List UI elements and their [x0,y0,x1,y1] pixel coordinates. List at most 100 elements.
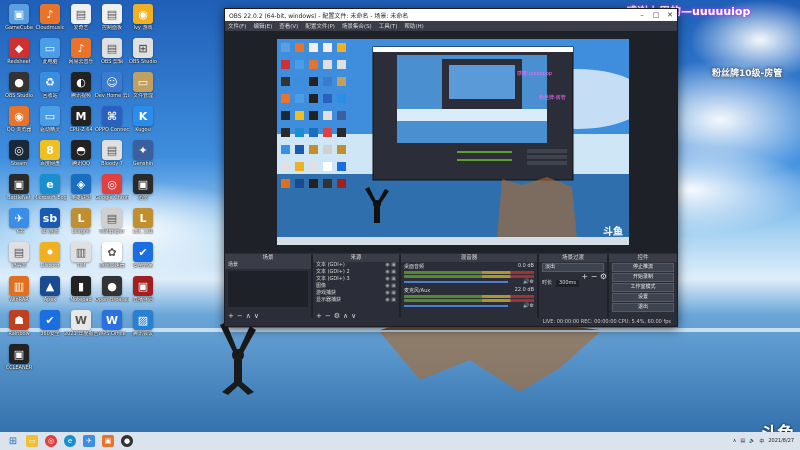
desktop-icon[interactable]: ☺Dev Home 云助手 [95,70,129,104]
desktop-icon[interactable]: ✈ 飞书 [2,206,36,240]
menu-help[interactable]: 帮助(H) [404,22,423,30]
desktop-icon[interactable]: L League [64,206,98,240]
duration-input[interactable]: 300ms [556,280,580,287]
desktop-icon[interactable]: ▭ 驱动精灵 [33,104,67,138]
obs-titlebar[interactable]: OBS 22.0.2 (64-bit, windows) - 配置文件: 未命名… [225,9,677,21]
speaker-icon[interactable]: 🔊⚙ [523,279,534,285]
desktop-icon[interactable]: ▨ 腾讯会议 [126,308,160,342]
menu-tools[interactable]: 工具(T) [379,22,398,30]
settings-button[interactable]: 设置 [612,293,674,302]
desktop-icon[interactable]: W 2021 年度报告 [64,308,98,342]
chrome-icon[interactable]: ◎ [45,435,57,447]
volume-icon[interactable]: 🔈 [749,438,755,444]
edge-icon[interactable]: e [64,435,76,447]
desktop-icon[interactable]: ✦ Genshin [126,138,160,172]
eye-lock-icon[interactable]: ◉ ▣ [385,276,396,283]
desktop-icon[interactable]: ◎ Steam [2,138,36,172]
obs-preview-canvas[interactable]: 感谢 uuuuuiop 粉丝牌-房管 斗鱼 [277,39,629,245]
close-icon[interactable]: ✕ [663,11,677,19]
tray-up-icon[interactable]: ∧ [733,438,737,444]
obs-icon[interactable]: ● [121,435,133,447]
menu-view[interactable]: 查看(V) [279,22,298,30]
source-item[interactable]: 文本 (GDI+) ◉ ▣ [313,262,399,269]
desktop-icon[interactable]: ▤ 控制面板 [95,2,129,36]
desktop-icon[interactable]: ▣ 直播伴侣 [126,274,160,308]
start-icon[interactable]: ⊞ [7,435,19,447]
source-item[interactable]: 显示器捕获 ◉ ▣ [313,297,399,304]
network-icon[interactable]: ▤ [740,438,745,444]
desktop-icon[interactable]: ◆ Redsheet [2,36,36,70]
exit-button[interactable]: 退出 [612,303,674,312]
eye-lock-icon[interactable]: ◉ ▣ [385,262,396,269]
source-item[interactable]: 文本 (GDI+) 2 ◉ ▣ [313,269,399,276]
desktop-icon[interactable]: ◓ 腾讯QQ [64,138,98,172]
desktop-icon[interactable]: ♪ 网易云音乐 [64,36,98,70]
desktop-icon[interactable]: sb sb 游戏 [33,206,67,240]
desktop-icon[interactable]: ◈ 英雄联盟 [64,172,98,206]
desktop-icon[interactable]: ♻ 回收站 [33,70,67,104]
desktop-icon[interactable]: ▥ WinRAR [2,274,36,308]
desktop-icon[interactable]: ▲ Apex [33,274,67,308]
eye-lock-icon[interactable]: ◉ ▣ [385,269,396,276]
volume-slider[interactable] [404,281,508,283]
eye-lock-icon[interactable]: ◉ ▣ [385,290,396,297]
maximize-icon[interactable]: □ [649,11,663,19]
desktop-icon[interactable]: ●Open Broadcaster [95,274,129,308]
volume-slider[interactable] [404,305,508,307]
source-item[interactable]: 图像 ◉ ▣ [313,283,399,290]
desktop-icon[interactable]: ▭ 此电脑 [33,36,67,70]
desktop-icon[interactable]: ⌘ OPPO Connect [95,104,129,138]
menu-scene-collection[interactable]: 场景集合(S) [342,22,372,30]
desktop-icon[interactable]: M CPU-Z 64 [64,104,98,138]
transition-add-remove[interactable]: + − ⚙ [539,273,607,281]
feishu-icon[interactable]: ✈ [83,435,95,447]
eye-lock-icon[interactable]: ◉ ▣ [385,283,396,290]
desktop-icon[interactable]: 8 百度网盘 [33,138,67,172]
desktop-icon[interactable]: ▤ 记事本 [2,240,36,274]
menu-edit[interactable]: 编辑(E) [253,22,272,30]
menu-file[interactable]: 文件(F) [228,22,246,30]
desktop-icon[interactable]: ⚫ Discord [33,240,67,274]
desktop-icon[interactable]: ● OBS Studio [2,70,36,104]
desktop-icon[interactable]: ▮ Notepad [64,274,98,308]
desktop-icon[interactable]: ▤ Bloody 7 [95,138,129,172]
desktop-icon[interactable]: e Microsoft Edge [33,172,67,206]
stop-streaming-button[interactable]: 停止推流 [612,263,674,272]
menu-profile[interactable]: 配置文件(P) [305,22,335,30]
ime-icon[interactable]: 中 [759,438,764,445]
desktop-icon[interactable]: ▣ GameCube [2,2,36,36]
eye-lock-icon[interactable]: ◉ ▣ [385,297,396,304]
scene-item[interactable]: 场景 [225,262,311,269]
desktop-icon[interactable]: ▤ OBS 剪辑 [95,36,129,70]
desktop-icon[interactable]: ◎Google Chrome [95,172,129,206]
obs-window[interactable]: OBS 22.0.2 (64-bit, windows) - 配置文件: 未命名… [224,8,678,327]
douyu-icon[interactable]: ▣ [102,435,114,447]
clock[interactable]: 2021/8/27 [768,438,794,444]
file-explorer-icon[interactable]: ▭ [26,435,38,447]
desktop-icon[interactable]: ☗ Rainbow [2,308,36,342]
start-recording-button[interactable]: 开始录制 [612,273,674,282]
desktop-icon[interactable]: ✔ 360安全 [33,308,67,342]
desktop-icon[interactable]: ▣ 迅雷 [126,172,160,206]
desktop-icon[interactable]: ♪ Cloudmusic [33,2,67,36]
desktop-icon[interactable]: ▭ 文件管理 [126,70,160,104]
desktop-icon[interactable]: ▣ BattleNet [2,172,36,206]
desktop-icon[interactable]: ◉ Ivy 游戏 [126,2,160,36]
speaker-icon[interactable]: 🔊⚙ [523,303,534,309]
source-item[interactable]: 文本 (GDI+) 3 ◉ ▣ [313,276,399,283]
transition-select[interactable]: 淡出 [542,263,604,272]
studio-mode-button[interactable]: 工作室模式 [612,283,674,292]
desktop-icon[interactable]: ▤ Wallpaper [95,206,129,240]
desktop-icon[interactable]: ◉ QQ 浏览器 [2,104,36,138]
desktop-icon[interactable]: ✔ 安全管家 [126,240,160,274]
source-item[interactable]: 游戏捕获 ◉ ▣ [313,290,399,297]
desktop-icon[interactable]: ▤ 爱奇艺 [64,2,98,36]
desktop-icon[interactable]: ▣ CCLEANER [2,342,36,376]
desktop-icon[interactable]: ◐ 腾讯视频 [64,70,98,104]
desktop-icon[interactable]: K Kugou [126,104,160,138]
desktop-icon[interactable]: ✿ 游戏加速器 [95,240,129,274]
desktop-icon[interactable]: ▥ TIM [64,240,98,274]
desktop-icon[interactable]: L LoL 工具 [126,206,160,240]
desktop-icon[interactable]: ⊞ OBS Studio [126,36,160,70]
minimize-icon[interactable]: – [635,11,649,19]
